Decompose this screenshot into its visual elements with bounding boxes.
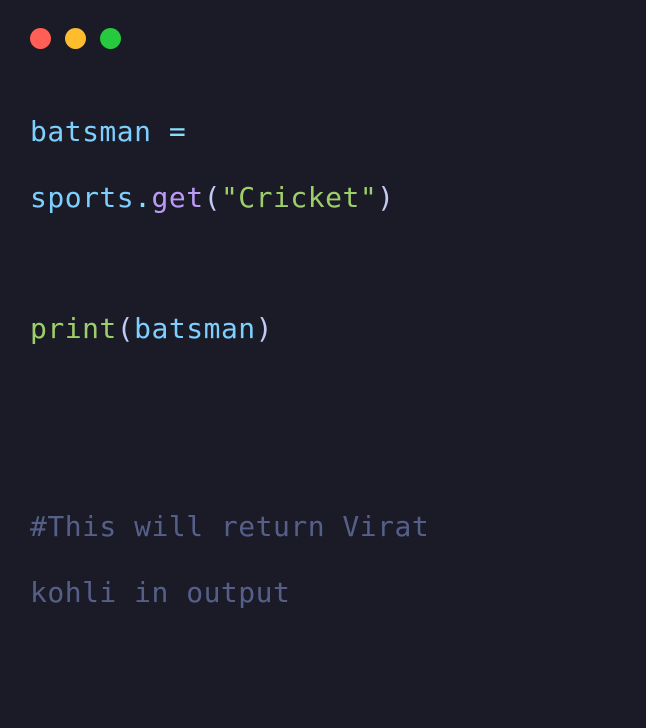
- blank-line: [30, 231, 616, 297]
- blank-line: [30, 428, 616, 494]
- paren-token: ): [256, 312, 273, 345]
- maximize-icon[interactable]: [100, 28, 121, 49]
- comment-token: #This will return Virat: [30, 510, 447, 543]
- close-icon[interactable]: [30, 28, 51, 49]
- comment-line: kohli in output: [30, 560, 616, 626]
- variable-token: batsman: [30, 115, 152, 148]
- blank-line: [30, 362, 616, 428]
- comment-line: #This will return Virat: [30, 494, 616, 560]
- method-token: get: [152, 181, 204, 214]
- paren-token: ): [377, 181, 394, 214]
- code-window: batsman = sports.get("Cricket") print(ba…: [0, 0, 646, 728]
- string-token: "Cricket": [221, 181, 377, 214]
- code-line: batsman =: [30, 99, 616, 165]
- comment-token: kohli in output: [30, 576, 290, 609]
- function-token: print: [30, 312, 117, 345]
- code-editor[interactable]: batsman = sports.get("Cricket") print(ba…: [0, 69, 646, 655]
- argument-token: batsman: [134, 312, 256, 345]
- paren-token: (: [117, 312, 134, 345]
- code-line: print(batsman): [30, 296, 616, 362]
- minimize-icon[interactable]: [65, 28, 86, 49]
- window-titlebar: [0, 0, 646, 69]
- object-token: sports: [30, 181, 134, 214]
- paren-token: (: [204, 181, 221, 214]
- code-line: sports.get("Cricket"): [30, 165, 616, 231]
- operator-token: =: [152, 115, 204, 148]
- dot-token: .: [134, 181, 151, 214]
